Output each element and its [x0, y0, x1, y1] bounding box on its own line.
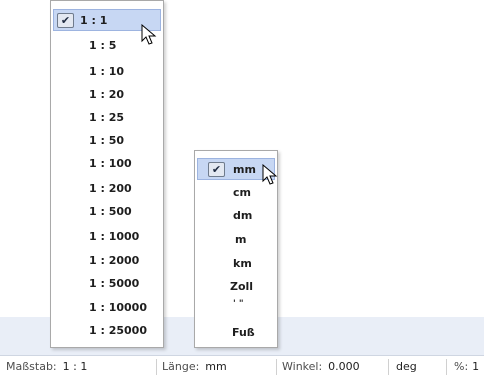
scale-item-1-2000[interactable]: 1 : 2000 — [53, 250, 161, 272]
menu-item-label: km — [233, 257, 252, 270]
menu-item-label: 1 : 20 — [89, 88, 125, 101]
menu-item-label: 1 : 5 — [89, 39, 117, 52]
percent-value: 1 — [472, 360, 480, 373]
separator — [276, 359, 277, 375]
scale-item-1-100[interactable]: 1 : 100 — [53, 153, 161, 175]
menu-item-label: cm — [233, 186, 251, 199]
checkmark-icon: ✔ — [57, 13, 74, 28]
status-bar: Maßstab: 1 : 1 Länge: mm Winkel: 0.000 deg … — [0, 355, 484, 378]
menu-item-label: 1 : 25000 — [89, 324, 147, 337]
separator — [446, 359, 447, 375]
menu-item-label: 1 : 100 — [89, 157, 132, 170]
menu-item-label: 1 : 1000 — [89, 230, 140, 243]
unit-item-zoll[interactable]: Zoll — [197, 276, 275, 298]
scale-value: 1 : 1 — [62, 360, 88, 373]
mouse-pointer-icon — [141, 24, 157, 45]
unit-item-fuss[interactable]: Fuß — [197, 322, 275, 344]
menu-item-label: 1 : 5000 — [89, 277, 140, 290]
scale-item-1-10[interactable]: 1 : 10 — [53, 61, 161, 83]
menu-item-label: Zoll — [230, 280, 254, 293]
separator — [388, 359, 389, 375]
mouse-pointer-icon — [262, 164, 278, 185]
scale-item-1-25000[interactable]: 1 : 25000 — [53, 320, 161, 342]
unit-item-dm[interactable]: dm — [197, 205, 275, 227]
unit-item-feet-inches[interactable]: ' " — [197, 296, 275, 312]
menu-item-label: 1 : 1 — [80, 14, 108, 27]
scale-item-1-50[interactable]: 1 : 50 — [53, 130, 161, 152]
angle-unit-value: deg — [396, 360, 417, 373]
unit-item-m[interactable]: m — [197, 229, 275, 251]
menu-item-label: dm — [233, 209, 253, 222]
menu-item-label: ' " — [233, 299, 244, 309]
percent-field[interactable]: %: 1 — [454, 356, 479, 378]
menu-item-label: 1 : 25 — [89, 111, 125, 124]
scale-label: Maßstab: — [6, 360, 57, 373]
scale-dropdown-menu: ✔ 1 : 1 1 : 5 1 : 10 1 : 20 1 : 25 1 : 5… — [50, 0, 164, 348]
menu-item-label: 1 : 10 — [89, 65, 125, 78]
angle-field[interactable]: Winkel: 0.000 — [282, 356, 360, 378]
scale-item-1-5000[interactable]: 1 : 5000 — [53, 273, 161, 295]
angle-label: Winkel: — [282, 360, 323, 373]
menu-item-label: 1 : 10000 — [89, 301, 147, 314]
scale-item-1-200[interactable]: 1 : 200 — [53, 178, 161, 200]
scale-item-1-500[interactable]: 1 : 500 — [53, 201, 161, 223]
menu-item-label: 1 : 200 — [89, 182, 132, 195]
menu-item-label: 1 : 500 — [89, 205, 132, 218]
angle-unit-field[interactable]: deg — [396, 356, 417, 378]
menu-item-label: Fuß — [232, 326, 255, 339]
scale-field[interactable]: Maßstab: 1 : 1 — [6, 356, 87, 378]
separator — [156, 359, 157, 375]
menu-item-label: 1 : 50 — [89, 134, 125, 147]
angle-value: 0.000 — [328, 360, 360, 373]
scale-item-1-25[interactable]: 1 : 25 — [53, 107, 161, 129]
length-label: Länge: — [162, 360, 200, 373]
menu-item-label: 1 : 2000 — [89, 254, 140, 267]
scale-item-1-20[interactable]: 1 : 20 — [53, 84, 161, 106]
scale-item-1-10000[interactable]: 1 : 10000 — [53, 297, 161, 319]
percent-label: %: — [454, 360, 469, 373]
length-unit-value: mm — [205, 360, 227, 373]
unit-item-km[interactable]: km — [197, 253, 275, 275]
scale-item-1-1000[interactable]: 1 : 1000 — [53, 226, 161, 248]
menu-item-label: m — [235, 233, 247, 246]
menu-item-label: mm — [233, 163, 256, 176]
length-unit-field[interactable]: Länge: mm — [162, 356, 227, 378]
checkmark-icon: ✔ — [208, 162, 225, 177]
